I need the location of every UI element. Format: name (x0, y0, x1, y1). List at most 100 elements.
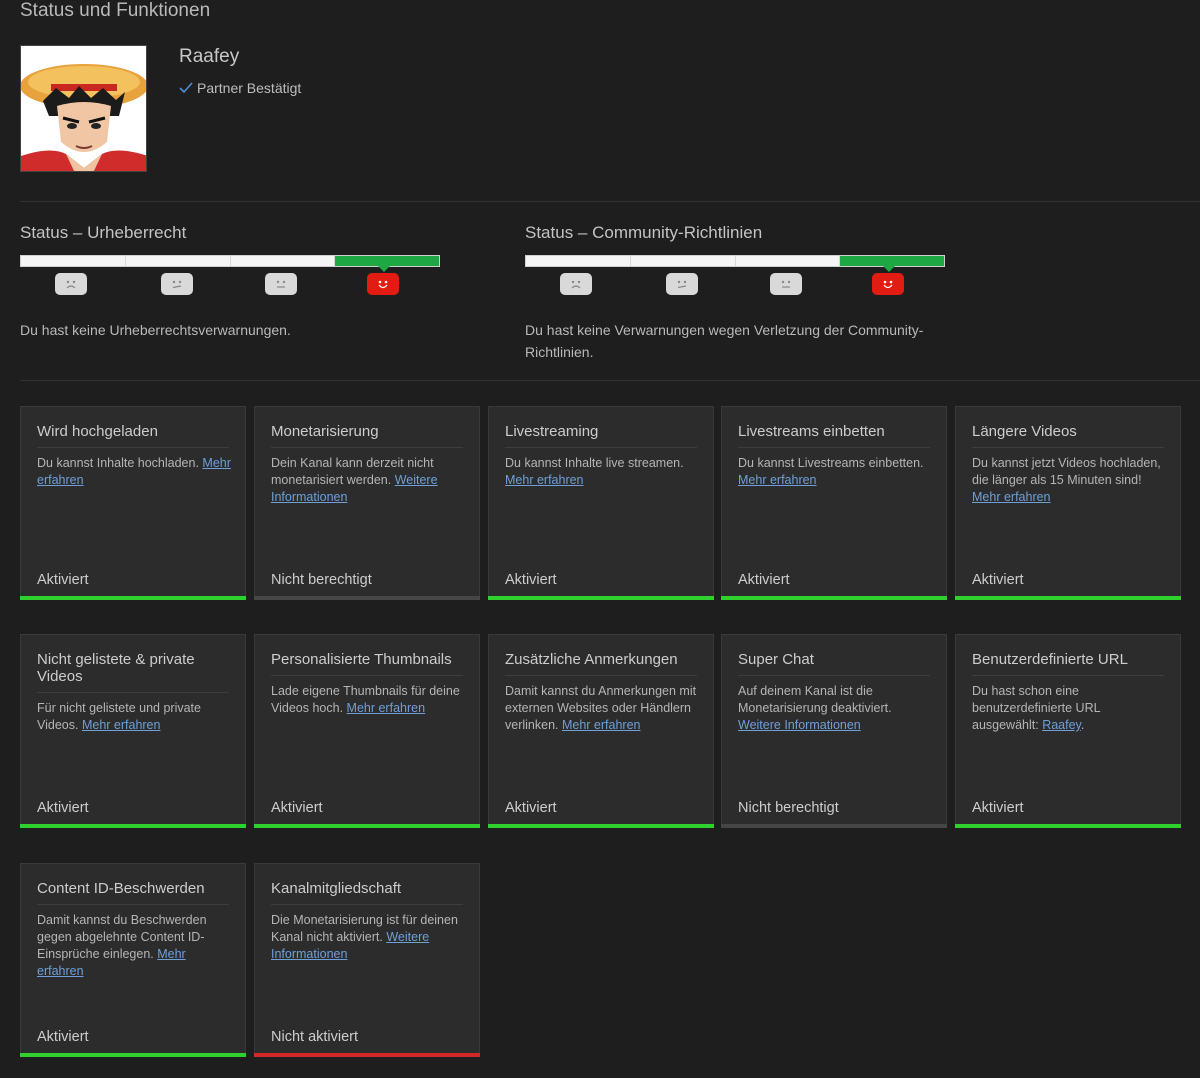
channel-avatar[interactable] (20, 45, 147, 172)
card-title: Personalisierte Thumbnails (271, 651, 463, 676)
meter-segment-active (335, 256, 439, 266)
card-title: Längere Videos (972, 423, 1164, 448)
meter-segment (630, 256, 736, 266)
card-title: Kanalmitgliedschaft (271, 880, 463, 905)
card-title: Content ID-Beschwerden (37, 880, 229, 905)
card-state: Aktiviert (738, 572, 790, 588)
happy-face-icon (872, 273, 904, 295)
feature-card-livestreaming[interactable]: Livestreaming Du kannst Inhalte live str… (488, 406, 714, 600)
status-bar (955, 824, 1181, 828)
learn-more-link[interactable]: Mehr erfahren (347, 701, 426, 715)
neutral-face-icon (770, 273, 802, 295)
status-bar (20, 596, 246, 600)
card-title: Wird hochgeladen (37, 423, 229, 448)
status-bar (254, 824, 480, 828)
sad-face-icon (560, 273, 592, 295)
partner-status: Partner Bestätigt (179, 80, 301, 96)
card-description: Damit kannst du Anmerkungen mit externen… (505, 684, 697, 732)
feature-card-annotations[interactable]: Zusätzliche Anmerkungen Damit kannst du … (488, 634, 714, 828)
feature-card-longer-videos[interactable]: Längere Videos Du kannst jetzt Videos ho… (955, 406, 1181, 600)
card-state: Aktiviert (271, 800, 323, 816)
feature-card-channel-membership[interactable]: Kanalmitgliedschaft Die Monetarisierung … (254, 863, 480, 1057)
card-title: Nicht gelistete & private Videos (37, 651, 229, 693)
card-state: Nicht berechtigt (271, 572, 372, 588)
status-faces (525, 273, 945, 307)
feature-card-custom-url[interactable]: Benutzerdefinierte URL Du hast schon ein… (955, 634, 1181, 828)
card-description: Damit kannst du Beschwerden gegen abgele… (37, 913, 207, 978)
card-title: Zusätzliche Anmerkungen (505, 651, 697, 676)
status-bar (955, 596, 1181, 600)
card-state: Nicht berechtigt (738, 800, 839, 816)
community-status: Status – Community-Richtlinien Du hast k… (525, 222, 945, 363)
learn-more-link[interactable]: Mehr erfahren (82, 718, 161, 732)
happy-face-icon (367, 273, 399, 295)
copyright-status: Status – Urheberrecht Du hast keine Urhe… (20, 222, 440, 341)
card-state: Aktiviert (972, 572, 1024, 588)
status-text: Du hast keine Urheberrechtsverwarnungen. (20, 322, 291, 338)
feature-card-monetization[interactable]: Monetarisierung Dein Kanal kann derzeit … (254, 406, 480, 600)
custom-url-link[interactable]: Raafey (1042, 718, 1081, 732)
status-title: Status – Urheberrecht (20, 223, 187, 242)
feature-card-upload[interactable]: Wird hochgeladen Du kannst Inhalte hochl… (20, 406, 246, 600)
learn-more-link[interactable]: Mehr erfahren (972, 490, 1051, 504)
card-title: Livestreaming (505, 423, 697, 448)
feature-card-custom-thumbnails[interactable]: Personalisierte Thumbnails Lade eigene T… (254, 634, 480, 828)
card-description: Du hast schon eine benutzerdefinierte UR… (972, 684, 1101, 732)
channel-name: Raafey (179, 46, 240, 67)
status-bar (488, 596, 714, 600)
feature-card-content-id-appeals[interactable]: Content ID-Beschwerden Damit kannst du B… (20, 863, 246, 1057)
divider (20, 380, 1200, 381)
meter-segment (230, 256, 336, 266)
card-description: Für nicht gelistete und private Videos. … (37, 701, 201, 732)
neutral-face-icon (265, 273, 297, 295)
card-description: Du kannst Inhalte hochladen. Mehr erfahr… (37, 456, 231, 487)
partner-label: Partner Bestätigt (197, 80, 302, 96)
card-description: Dein Kanal kann derzeit nicht monetarisi… (271, 456, 438, 504)
status-bar (488, 824, 714, 828)
card-title: Livestreams einbetten (738, 423, 930, 448)
card-description: Auf deinem Kanal ist die Monetarisierung… (738, 684, 892, 732)
meter-segment (735, 256, 841, 266)
status-bar (721, 824, 947, 828)
status-faces (20, 273, 440, 307)
card-state: Aktiviert (37, 1029, 89, 1045)
status-bar (254, 596, 480, 600)
divider (20, 201, 1200, 202)
card-state: Aktiviert (972, 800, 1024, 816)
card-title: Benutzerdefinierte URL (972, 651, 1164, 676)
learn-more-link[interactable]: Mehr erfahren (505, 473, 584, 487)
card-description: Du kannst Inhalte live streamen. Mehr er… (505, 456, 684, 487)
feature-card-unlisted-private[interactable]: Nicht gelistete & private Videos Für nic… (20, 634, 246, 828)
meter-pointer (378, 266, 390, 272)
learn-more-link[interactable]: Mehr erfahren (738, 473, 817, 487)
status-meter (20, 255, 440, 272)
card-title: Monetarisierung (271, 423, 463, 448)
card-state: Aktiviert (505, 800, 557, 816)
features-page: Status und Funktionen Raafey Partner Bes… (0, 0, 1200, 1078)
meter-segment (21, 256, 126, 266)
learn-more-link[interactable]: Weitere Informationen (738, 718, 861, 732)
skeptical-face-icon (666, 273, 698, 295)
avatar-image (21, 46, 146, 171)
status-bar (20, 824, 246, 828)
feature-card-super-chat[interactable]: Super Chat Auf deinem Kanal ist die Mone… (721, 634, 947, 828)
sad-face-icon (55, 273, 87, 295)
meter-segment (125, 256, 231, 266)
card-title: Super Chat (738, 651, 930, 676)
skeptical-face-icon (161, 273, 193, 295)
card-state: Aktiviert (37, 800, 89, 816)
card-state: Nicht aktiviert (271, 1029, 359, 1045)
feature-card-embed-livestreams[interactable]: Livestreams einbetten Du kannst Livestre… (721, 406, 947, 600)
status-title: Status – Community-Richtlinien (525, 223, 763, 242)
meter-segment (526, 256, 631, 266)
card-description: Du kannst Livestreams einbetten. Mehr er… (738, 456, 924, 487)
card-state: Aktiviert (505, 572, 557, 588)
status-bar (721, 596, 947, 600)
learn-more-link[interactable]: Mehr erfahren (562, 718, 641, 732)
card-state: Aktiviert (37, 572, 89, 588)
status-meter (525, 255, 945, 272)
card-description: Lade eigene Thumbnails für deine Videos … (271, 684, 460, 715)
meter-segment-active (840, 256, 944, 266)
status-text: Du hast keine Verwarnungen wegen Verletz… (525, 322, 924, 360)
page-title: Status und Funktionen (20, 0, 211, 21)
